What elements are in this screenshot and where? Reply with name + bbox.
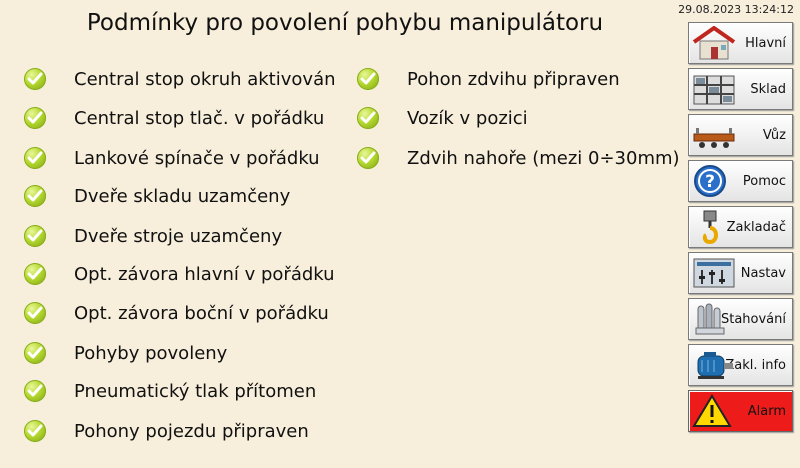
nav-cart-label: Vůz [762,127,786,143]
nav-settings-label: Nastav [740,265,786,281]
nav-alarm-button[interactable]: Alarm [688,390,793,432]
condition-item: Pohyby povoleny [24,341,227,365]
condition-label: Opt. závora hlavní v pořádku [74,263,335,285]
nav-settings-button[interactable]: Nastav [688,252,793,294]
condition-label: Pohony pojezdu připraven [74,420,309,442]
condition-label: Dveře stroje uzamčeny [74,225,283,247]
nav-warehouse-label: Sklad [750,81,786,97]
check-icon [24,302,46,324]
condition-label: Zdvih nahoře (mezi 0÷30mm) [407,147,680,169]
check-icon [24,263,46,285]
condition-label: Central stop okruh aktivován [74,68,336,90]
datetime: 29.08.2023 13:24:12 [678,3,794,16]
warehouse-rack-icon [693,75,735,105]
crane-hook-icon [702,210,718,244]
condition-label: Central stop tlač. v pořádku [74,107,325,129]
condition-item: Central stop tlač. v pořádku [24,106,324,130]
condition-item: Pohony pojezdu připraven [24,419,309,443]
check-icon [24,147,46,169]
condition-label: Dveře skladu uzamčeny [74,185,291,207]
condition-label: Pohon zdvihu připraven [407,68,620,90]
nav-download-button[interactable]: Stahování [688,298,793,340]
cart-wagon-icon [693,128,735,148]
condition-item: Zdvih nahoře (mezi 0÷30mm) [357,146,680,170]
motor-icon [697,352,733,379]
control-panel-icon [693,258,735,288]
nav-main-button[interactable]: Hlavní [688,22,793,64]
nav-loader-button[interactable]: Zakladač [688,206,793,248]
condition-label: Vozík v pozici [407,107,528,129]
check-icon [357,147,379,169]
check-icon [24,342,46,364]
nav-sidebar: Hlavní Sklad Vůz ? Pomoc Zakladač Nastav… [688,22,795,436]
condition-item: Dveře stroje uzamčeny [24,224,282,248]
check-icon [24,68,46,90]
condition-item: Opt. závora hlavní v pořádku [24,262,335,286]
check-icon [357,107,379,129]
check-icon [24,420,46,442]
nav-alarm-label: Alarm [747,403,786,419]
page-title: Podmínky pro povolení pohybu manipulátor… [86,10,604,36]
nav-help-label: Pomoc [742,173,786,189]
condition-item: Vozík v pozici [357,106,528,130]
help-question-icon: ? [694,165,726,197]
condition-label: Opt. závora boční v pořádku [74,302,329,324]
nav-help-button[interactable]: ? Pomoc [688,160,793,202]
nav-cart-button[interactable]: Vůz [688,114,793,156]
condition-item: Opt. závora boční v pořádku [24,301,329,325]
condition-label: Pohyby povoleny [74,342,228,364]
nav-info-button[interactable]: Zakl. info [688,344,793,386]
svg-text:?: ? [705,172,715,192]
house-icon [692,26,736,60]
check-icon [24,225,46,247]
check-icon [357,68,379,90]
condition-item: Lankové spínače v pořádku [24,146,320,170]
check-icon [24,185,46,207]
condition-item: Dveře skladu uzamčeny [24,184,290,208]
condition-item: Pneumatický tlak přítomen [24,379,316,403]
condition-item: Pohon zdvihu připraven [357,67,620,91]
condition-label: Lankové spínače v pořádku [74,147,320,169]
warning-triangle-icon [692,394,732,427]
pipes-icon [695,303,725,335]
check-icon [24,380,46,402]
condition-label: Pneumatický tlak přítomen [74,380,317,402]
condition-item: Central stop okruh aktivován [24,67,336,91]
nav-main-label: Hlavní [745,35,786,51]
nav-warehouse-button[interactable]: Sklad [688,68,793,110]
check-icon [24,107,46,129]
